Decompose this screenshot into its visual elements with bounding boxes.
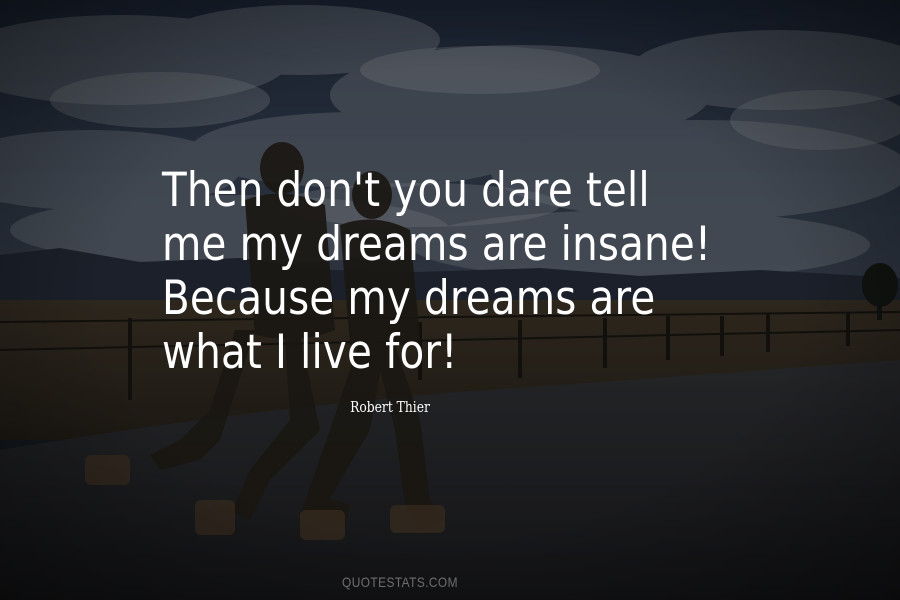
quote-line: Then don't you dare tell	[162, 163, 650, 218]
quote-text: Then don't you dare tell me my dreams ar…	[162, 164, 721, 380]
quote-author: Robert Thier	[350, 398, 430, 416]
watermark: QUOTESTATS.COM	[342, 574, 458, 590]
quote-line: Because my dreams are	[162, 271, 656, 326]
quote-poster: Then don't you dare tell me my dreams ar…	[0, 0, 900, 600]
quote-line: me my dreams are insane!	[162, 217, 712, 272]
quote-line: what I live for!	[162, 325, 458, 380]
